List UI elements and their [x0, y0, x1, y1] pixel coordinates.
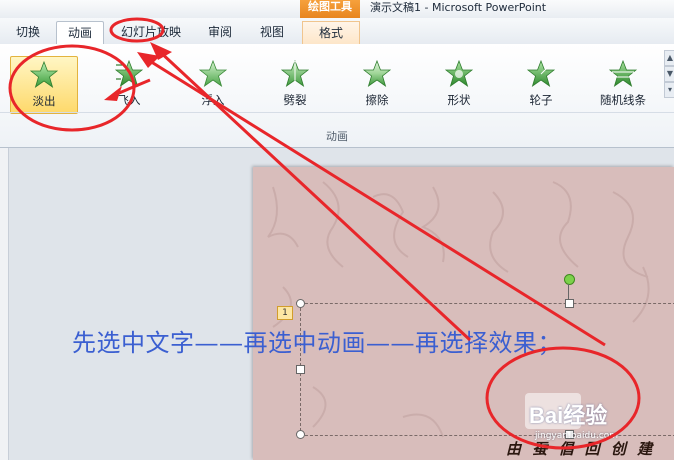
split-star-icon: [280, 59, 310, 87]
rotation-handle-stem: [568, 284, 569, 299]
group-label-animation: 动画: [326, 130, 348, 143]
gallery-scroll-up-button[interactable]: ▲: [664, 50, 674, 66]
author-signature: 由 蚕 倡 回 创 建: [506, 440, 656, 458]
effect-wipe-button[interactable]: 擦除: [344, 56, 410, 112]
watermark-brand-text: Bai经验: [529, 403, 608, 428]
random-bars-star-icon: [608, 59, 638, 87]
slides-pane-edge[interactable]: [0, 148, 9, 460]
tab-animations[interactable]: 动画: [56, 21, 104, 45]
effect-label: 随机线条: [600, 93, 646, 107]
fly-in-star-icon: [114, 59, 144, 87]
drawing-tools-context-label: 绘图工具: [300, 0, 360, 18]
resize-handle-top-left[interactable]: [296, 299, 305, 308]
tab-review[interactable]: 审阅: [200, 21, 240, 43]
window-title: 演示文稿1 - Microsoft PowerPoint: [370, 1, 547, 14]
effect-label: 擦除: [365, 93, 389, 107]
tab-transitions[interactable]: 切换: [6, 21, 50, 43]
baidu-jingyan-watermark: Bai经验 jingyan.baidu.com: [497, 386, 637, 441]
effect-label: 淡出: [32, 94, 56, 108]
effect-fly-in-button[interactable]: 飞入: [96, 56, 162, 112]
effect-label: 浮入: [201, 93, 225, 107]
gallery-more-button[interactable]: ▾: [664, 82, 674, 98]
instruction-text: 先选中文字——再选中动画——再选择效果；: [72, 329, 562, 357]
resize-handle-top[interactable]: [565, 299, 574, 308]
effect-label: 飞入: [117, 93, 141, 107]
wheel-star-icon: [526, 59, 556, 87]
rotation-handle[interactable]: [564, 274, 575, 285]
effect-label: 形状: [447, 93, 471, 107]
wipe-star-icon: [362, 59, 392, 87]
effect-shape-button[interactable]: 形状: [426, 56, 492, 112]
effect-fade-button[interactable]: 淡出: [10, 56, 78, 114]
tab-slideshow[interactable]: 幻灯片放映: [112, 21, 190, 43]
tab-format[interactable]: 格式: [302, 21, 360, 44]
animation-order-tag[interactable]: 1: [277, 306, 293, 320]
resize-handle-bottom-left[interactable]: [296, 430, 305, 439]
effect-label: 劈裂: [283, 93, 307, 107]
fade-star-icon: [29, 60, 59, 88]
effect-split-button[interactable]: 劈裂: [262, 56, 328, 112]
resize-handle-left[interactable]: [296, 365, 305, 374]
effect-random-bars-button[interactable]: 随机线条: [590, 56, 656, 112]
group-divider: [0, 112, 674, 113]
ribbon-tab-bar: 切换 动画 幻灯片放映 审阅 视图 格式: [0, 18, 674, 45]
float-in-star-icon: [198, 59, 228, 87]
effect-float-in-button[interactable]: 浮入: [180, 56, 246, 112]
effect-label: 轮子: [529, 93, 553, 107]
shape-star-icon: [444, 59, 474, 87]
gallery-scroll-down-button[interactable]: ▼: [664, 66, 674, 82]
tab-view[interactable]: 视图: [250, 21, 294, 43]
effect-wheel-button[interactable]: 轮子: [508, 56, 574, 112]
ribbon-animations: 淡出 飞入 浮入 劈裂 擦除 形状 轮子 随机线条 ▲ ▼ ▾ 动画: [0, 44, 674, 148]
